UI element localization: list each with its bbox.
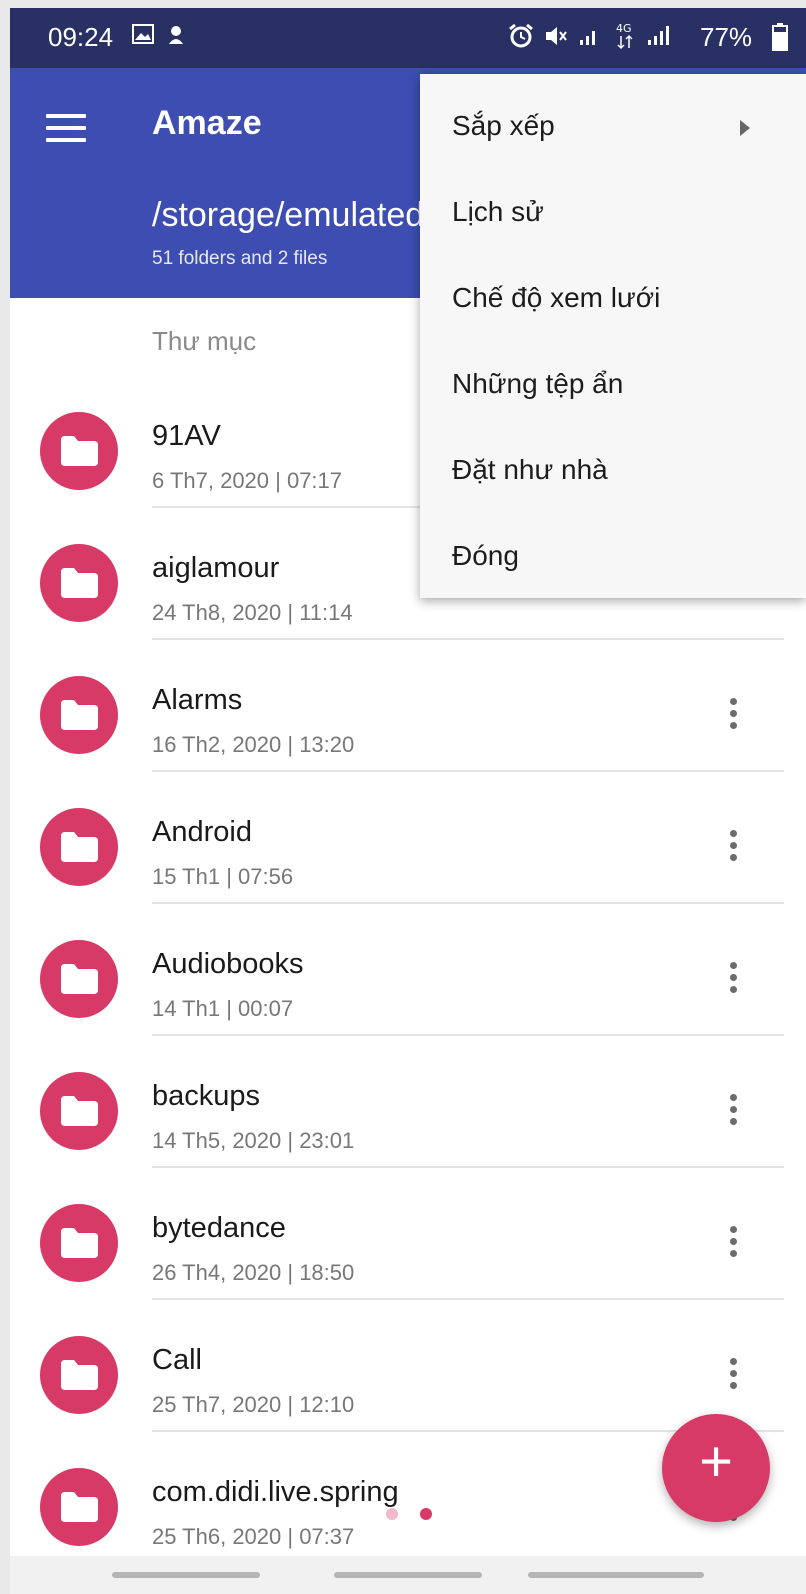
current-path[interactable]: /storage/emulated/0 <box>152 196 453 235</box>
folder-icon <box>40 1336 118 1414</box>
list-item-folder[interactable]: bytedance 26 Th4, 2020 | 18:50 <box>10 1168 806 1300</box>
screen: 09:24 4G 77% Amaze /storage/emulated/0 5… <box>10 8 806 1594</box>
more-vert-icon[interactable] <box>718 698 748 738</box>
list-item-folder[interactable]: Alarms 16 Th2, 2020 | 13:20 <box>10 640 806 772</box>
folder-date: 15 Th1 | 07:56 <box>152 864 294 889</box>
folder-name: backups <box>152 1080 261 1112</box>
system-nav-bar <box>10 1556 806 1594</box>
list-item-folder[interactable]: backups 14 Th5, 2020 | 23:01 <box>10 1036 806 1168</box>
list-item-folder[interactable]: Android 15 Th1 | 07:56 <box>10 772 806 904</box>
folder-icon <box>40 544 118 622</box>
folder-date: 26 Th4, 2020 | 18:50 <box>152 1260 355 1285</box>
alarm-icon <box>508 23 534 53</box>
folder-name: Audiobooks <box>152 948 304 980</box>
folder-icon <box>40 940 118 1018</box>
page-dot <box>386 1508 398 1520</box>
folder-icon <box>40 676 118 754</box>
menu-item-label: Sắp xếp <box>452 110 555 141</box>
folder-date: 14 Th1 | 00:07 <box>152 996 294 1021</box>
signal-icon-2 <box>646 24 672 51</box>
menu-item-sort[interactable]: Sắp xếp <box>420 84 806 170</box>
folder-date: 6 Th7, 2020 | 07:17 <box>152 468 343 493</box>
folder-date: 25 Th7, 2020 | 12:10 <box>152 1392 355 1417</box>
menu-item-label: Những tệp ẩn <box>452 368 624 399</box>
battery-percent: 77% <box>700 22 753 52</box>
menu-item-grid-view[interactable]: Chế độ xem lưới <box>420 256 806 342</box>
plus-icon: + <box>699 1429 733 1494</box>
submenu-arrow-icon <box>740 120 750 136</box>
folder-name: com.didi.live.spring <box>152 1476 399 1508</box>
folder-name: aiglamour <box>152 552 280 584</box>
menu-item-set-as-home[interactable]: Đặt như nhà <box>420 428 806 514</box>
menu-item-label: Đặt như nhà <box>452 454 608 485</box>
menu-item-label: Chế độ xem lưới <box>452 282 661 313</box>
status-bar: 09:24 4G 77% <box>10 8 806 68</box>
nav-back-handle[interactable] <box>528 1572 704 1578</box>
list-item-folder[interactable]: Audiobooks 14 Th1 | 00:07 <box>10 904 806 1036</box>
more-vert-icon[interactable] <box>718 1226 748 1266</box>
page-dot-active <box>420 1508 432 1520</box>
image-notification-icon <box>132 24 154 49</box>
more-vert-icon[interactable] <box>718 830 748 870</box>
app-notification-icon <box>166 24 186 51</box>
folder-file-count: 51 folders and 2 files <box>152 248 328 269</box>
svg-text:4G: 4G <box>616 22 632 35</box>
folder-icon <box>40 1204 118 1282</box>
more-vert-icon[interactable] <box>718 1094 748 1134</box>
signal-icon-1 <box>578 24 600 51</box>
folder-date: 14 Th5, 2020 | 23:01 <box>152 1128 355 1153</box>
menu-item-hidden-files[interactable]: Những tệp ẩn <box>420 342 806 428</box>
menu-item-history[interactable]: Lịch sử <box>420 170 806 256</box>
menu-item-label: Lịch sử <box>452 196 544 227</box>
folder-name: Android <box>152 816 252 848</box>
folder-name: Alarms <box>152 684 243 716</box>
battery-icon <box>772 23 788 56</box>
list-item-folder[interactable]: Call 25 Th7, 2020 | 12:10 <box>10 1300 806 1432</box>
more-vert-icon[interactable] <box>718 1358 748 1398</box>
nav-recents-handle[interactable] <box>112 1572 260 1578</box>
network-4g-icon: 4G <box>614 20 636 55</box>
folder-name: 91AV <box>152 420 221 452</box>
folder-date: 16 Th2, 2020 | 13:20 <box>152 732 355 757</box>
more-vert-icon[interactable] <box>718 962 748 1002</box>
folder-name: Call <box>152 1344 202 1376</box>
add-fab-button[interactable]: + <box>662 1414 770 1522</box>
folder-icon <box>40 808 118 886</box>
menu-item-close[interactable]: Đóng <box>420 514 806 600</box>
folder-name: bytedance <box>152 1212 286 1244</box>
app-title: Amaze <box>152 104 262 142</box>
folder-icon <box>40 1468 118 1546</box>
folder-date: 25 Th6, 2020 | 07:37 <box>152 1524 355 1549</box>
overflow-menu: Sắp xếp Lịch sử Chế độ xem lưới Những tệ… <box>420 74 806 598</box>
hamburger-menu-icon[interactable] <box>46 114 86 142</box>
folder-icon <box>40 412 118 490</box>
nav-home-handle[interactable] <box>334 1572 482 1578</box>
mute-icon <box>544 24 568 53</box>
folder-icon <box>40 1072 118 1150</box>
section-header-folders: Thư mục <box>152 326 257 356</box>
status-time: 09:24 <box>48 22 114 52</box>
folder-date: 24 Th8, 2020 | 11:14 <box>152 600 353 625</box>
menu-item-label: Đóng <box>452 540 519 571</box>
